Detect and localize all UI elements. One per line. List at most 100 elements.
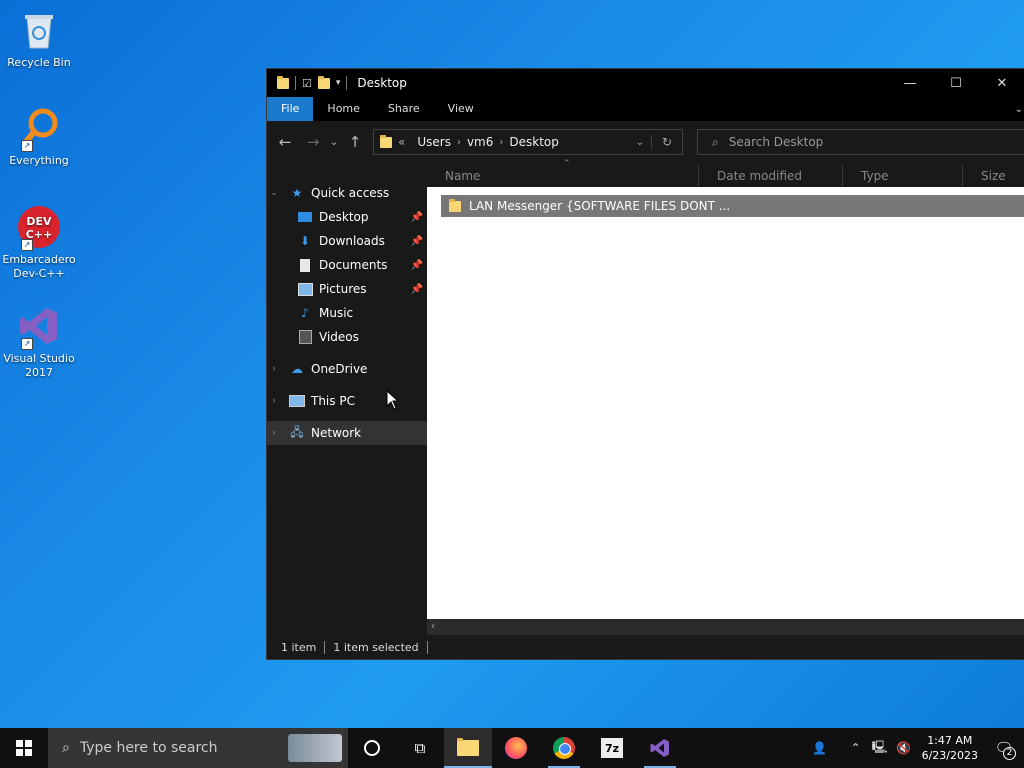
shortcut-arrow-icon: ↗: [21, 140, 33, 152]
desktop-icon-everything[interactable]: ↗ Everything: [2, 106, 76, 168]
up-button[interactable]: ↑: [341, 133, 369, 151]
new-folder-icon[interactable]: [317, 75, 330, 89]
close-button[interactable]: ✕: [979, 69, 1024, 97]
status-bar: 1 item 1 item selected: [267, 635, 1024, 659]
expand-icon[interactable]: ›: [267, 428, 281, 438]
clock-date: 6/23/2023: [921, 749, 978, 762]
scroll-left-icon[interactable]: ‹: [431, 619, 435, 635]
pin-icon[interactable]: 📌: [411, 260, 423, 271]
firefox-icon: [505, 737, 527, 759]
forward-button[interactable]: →: [299, 133, 327, 151]
customize-toolbar-icon[interactable]: ▾: [336, 78, 341, 88]
desktop-icon-recycle-bin[interactable]: Recycle Bin: [2, 8, 76, 70]
people-icon[interactable]: 👤: [808, 741, 832, 755]
visual-studio-icon: [650, 739, 669, 757]
tab-view[interactable]: View: [434, 97, 488, 121]
start-button[interactable]: [0, 728, 48, 768]
taskbar-visual-studio[interactable]: [636, 728, 684, 768]
chevron-right-icon[interactable]: ›: [499, 137, 503, 148]
back-button[interactable]: ←: [271, 133, 299, 151]
desktop-icon-label: Recycle Bin: [7, 56, 71, 69]
pictures-icon: [297, 282, 313, 296]
expand-icon[interactable]: ›: [267, 396, 281, 406]
taskbar-firefox[interactable]: [492, 728, 540, 768]
pin-icon[interactable]: 📌: [411, 236, 423, 247]
refresh-icon[interactable]: ↻: [651, 135, 682, 149]
collapse-icon[interactable]: ⌄: [267, 188, 281, 198]
file-list-area[interactable]: [427, 165, 1024, 619]
chrome-icon: [553, 737, 575, 759]
column-type[interactable]: Type: [843, 165, 963, 187]
address-bar[interactable]: « Users › vm6 › Desktop ⌄ ↻: [373, 129, 683, 155]
breadcrumb-desktop[interactable]: Desktop: [509, 135, 559, 149]
clock[interactable]: 1:47 AM 6/23/2023: [922, 733, 978, 763]
column-date-modified[interactable]: Date modified: [699, 165, 843, 187]
pin-icon[interactable]: 📌: [411, 212, 423, 223]
recent-locations-button[interactable]: ⌄: [327, 137, 341, 148]
cortana-button[interactable]: [348, 728, 396, 768]
search-box[interactable]: ⌕ Search Desktop: [697, 129, 1024, 155]
nav-documents[interactable]: Documents 📌: [267, 253, 427, 277]
nav-onedrive[interactable]: › ☁ OneDrive: [267, 357, 427, 381]
tab-file[interactable]: File: [267, 97, 314, 121]
desktop-icon-visual-studio[interactable]: ↗ Visual Studio 2017: [2, 304, 76, 380]
task-view-button[interactable]: ⧉: [396, 728, 444, 768]
nav-network[interactable]: › 🖧 Network: [267, 421, 427, 445]
expand-icon[interactable]: ›: [267, 364, 281, 374]
search-highlight-icon: [288, 734, 342, 762]
mouse-cursor-icon: [386, 390, 400, 410]
video-icon: [297, 330, 313, 344]
taskbar-search-placeholder: Type here to search: [79, 740, 218, 756]
cloud-icon: ☁: [291, 362, 303, 376]
taskbar-7zip[interactable]: 7z: [588, 728, 636, 768]
nav-this-pc[interactable]: › This PC: [267, 389, 427, 413]
taskbar-search-box[interactable]: ⌕ Type here to search: [48, 728, 348, 768]
minimize-button[interactable]: —: [887, 69, 933, 97]
nav-pictures[interactable]: Pictures 📌: [267, 277, 427, 301]
address-overflow[interactable]: «: [398, 135, 405, 149]
navigation-pane[interactable]: ⌄ ★ Quick access Desktop 📌 ⬇ Downloads 📌…: [267, 181, 427, 623]
file-explorer-window[interactable]: ☑ ▾ Desktop — ☐ ✕ File Home Share View ⌄…: [266, 68, 1024, 660]
action-center-button[interactable]: 🗨 2: [984, 728, 1024, 768]
show-hidden-icons-chevron-icon[interactable]: ⌃: [844, 741, 868, 755]
download-icon: ⬇: [299, 234, 311, 248]
tab-share[interactable]: Share: [374, 97, 434, 121]
properties-icon[interactable]: ☑: [302, 77, 312, 90]
everything-icon: ↗: [17, 106, 61, 152]
title-bar[interactable]: ☑ ▾ Desktop — ☐ ✕: [267, 69, 1024, 97]
address-dropdown-icon[interactable]: ⌄: [636, 137, 644, 148]
nav-videos[interactable]: Videos: [267, 325, 427, 349]
nav-music[interactable]: ♪ Music: [267, 301, 427, 325]
recycle-bin-icon: [17, 8, 61, 52]
task-view-icon: ⧉: [414, 739, 426, 757]
system-tray: 👤 ⌃ 🖳 🔇 1:47 AM 6/23/2023 🗨 2: [808, 728, 1024, 768]
star-icon: ★: [291, 186, 303, 200]
shortcut-arrow-icon: ↗: [21, 239, 33, 251]
7zip-icon: 7z: [601, 738, 623, 758]
document-icon: [297, 258, 313, 272]
maximize-button[interactable]: ☐: [933, 69, 979, 97]
notification-count-badge: 2: [1003, 747, 1016, 760]
breadcrumb-users[interactable]: Users: [417, 135, 451, 149]
taskbar-chrome[interactable]: [540, 728, 588, 768]
taskbar-file-explorer[interactable]: [444, 728, 492, 768]
network-status-icon[interactable]: 🖳: [868, 738, 892, 759]
music-icon: ♪: [301, 306, 309, 320]
volume-muted-icon[interactable]: 🔇: [892, 741, 916, 755]
tab-home[interactable]: Home: [313, 97, 373, 121]
file-name: LAN Messenger {SOFTWARE FILES DONT ...: [469, 199, 731, 213]
column-size[interactable]: Size: [963, 165, 1024, 187]
file-row[interactable]: LAN Messenger {SOFTWARE FILES DONT ...: [441, 195, 1024, 217]
chevron-right-icon[interactable]: ›: [457, 137, 461, 148]
nav-desktop[interactable]: Desktop 📌: [267, 205, 427, 229]
expand-ribbon-icon[interactable]: ⌄: [1015, 104, 1023, 115]
breadcrumb-vm6[interactable]: vm6: [467, 135, 493, 149]
computer-icon: [289, 394, 305, 408]
horizontal-scrollbar[interactable]: ‹: [427, 619, 1024, 635]
desktop-icon-devcpp[interactable]: DEV C++ ↗ Embarcadero Dev-C++: [2, 205, 76, 281]
nav-quick-access[interactable]: ⌄ ★ Quick access: [267, 181, 427, 205]
sort-ascending-icon: ⌃: [563, 159, 571, 169]
nav-downloads[interactable]: ⬇ Downloads 📌: [267, 229, 427, 253]
search-icon: ⌕: [62, 740, 70, 756]
pin-icon[interactable]: 📌: [411, 284, 423, 295]
